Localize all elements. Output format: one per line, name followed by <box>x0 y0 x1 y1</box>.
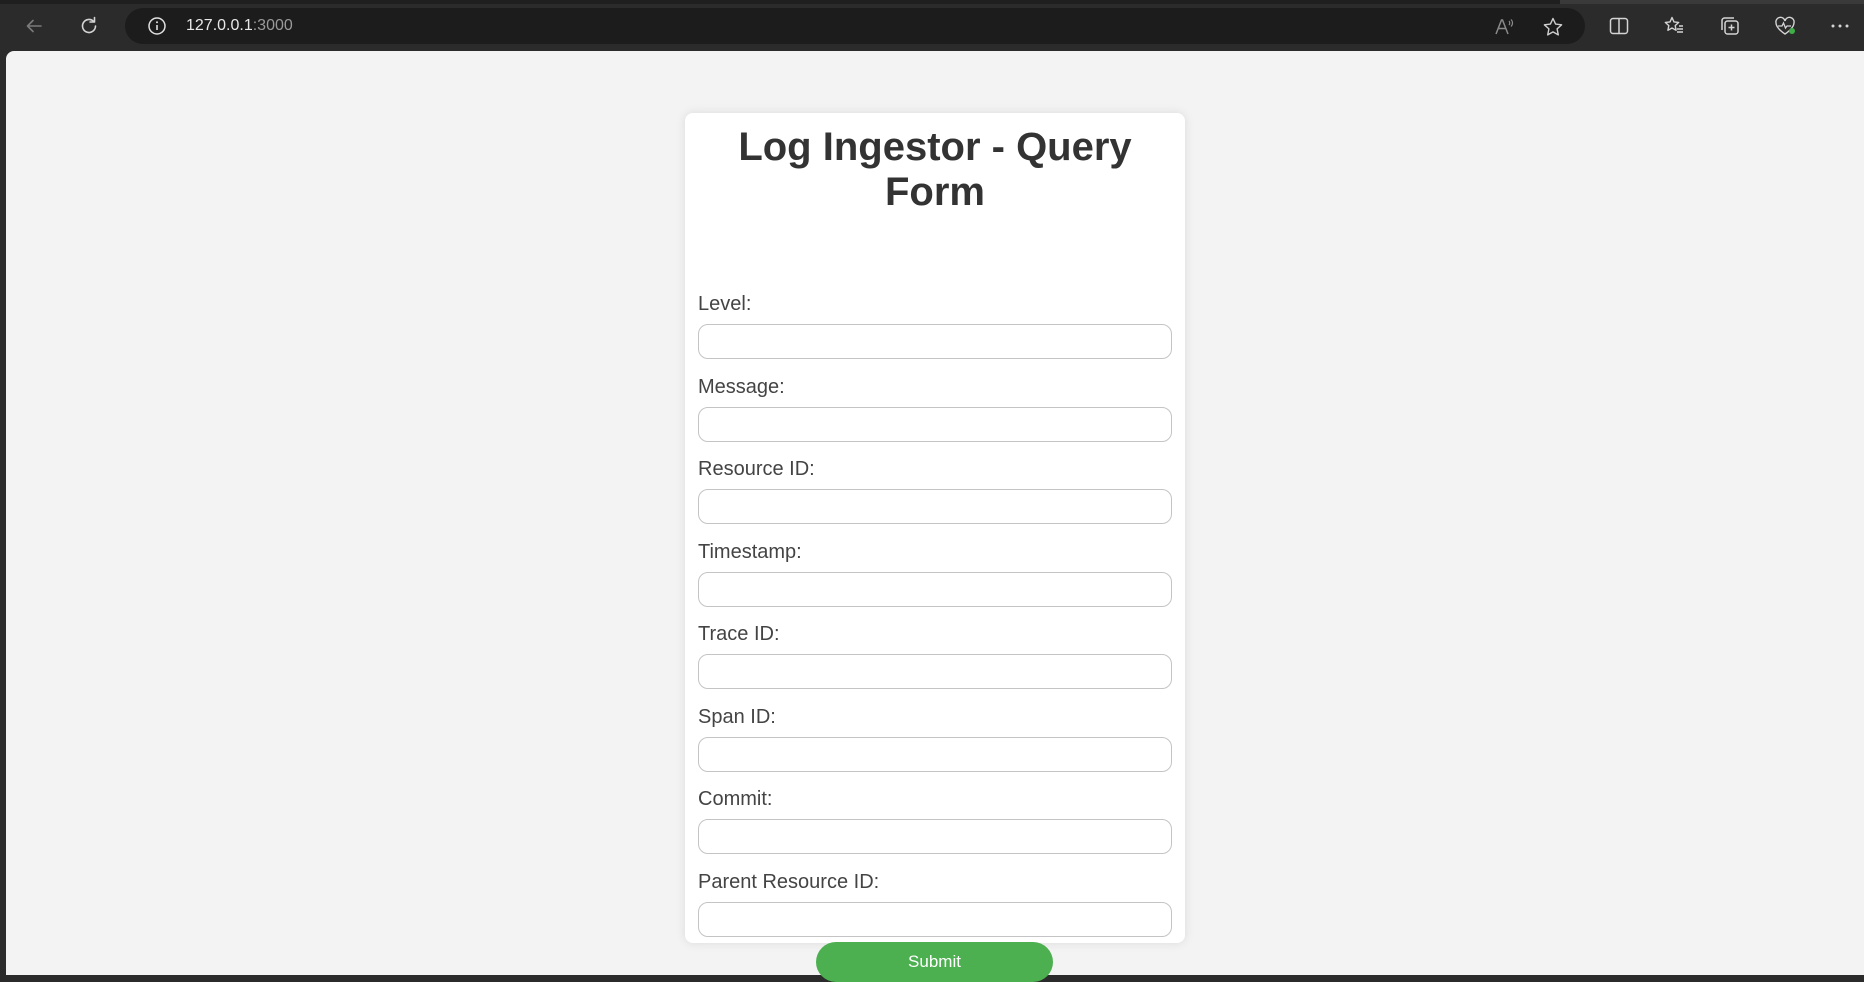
refresh-button[interactable] <box>72 9 106 43</box>
field-resource-id: Resource ID: <box>698 458 1172 524</box>
collections-icon <box>1721 17 1739 35</box>
parent-resource-id-input[interactable] <box>698 902 1172 937</box>
back-icon <box>26 19 42 33</box>
browser-toolbar: 127.0.0.1:3000 <box>0 0 1864 51</box>
split-screen-icon <box>1609 17 1629 35</box>
field-timestamp: Timestamp: <box>698 541 1172 607</box>
url-host: 127.0.0.1 <box>186 17 253 34</box>
read-aloud-icon[interactable] <box>1493 16 1515 38</box>
address-bar[interactable]: 127.0.0.1:3000 <box>125 8 1585 44</box>
field-commit: Commit: <box>698 788 1172 854</box>
field-level: Level: <box>698 293 1172 359</box>
level-label: Level: <box>698 293 752 315</box>
parent-resource-id-label: Parent Resource ID: <box>698 871 880 893</box>
commit-input[interactable] <box>698 819 1172 854</box>
more-icon <box>1831 24 1849 28</box>
field-trace-id: Trace ID: <box>698 623 1172 689</box>
span-id-input[interactable] <box>698 737 1172 772</box>
url-text[interactable]: 127.0.0.1:3000 <box>186 17 293 35</box>
favorites-button[interactable] <box>1657 9 1691 43</box>
favorites-icon <box>1664 16 1683 33</box>
field-span-id: Span ID: <box>698 706 1172 772</box>
page-viewport: Log Ingestor - Query Form Level: Message… <box>6 51 1864 982</box>
message-input[interactable] <box>698 407 1172 442</box>
message-label: Message: <box>698 376 785 398</box>
resource-id-label: Resource ID: <box>698 458 815 480</box>
commit-label: Commit: <box>698 788 773 810</box>
timestamp-input[interactable] <box>698 572 1172 607</box>
submit-button[interactable]: Submit <box>816 942 1053 982</box>
more-button[interactable] <box>1823 9 1857 43</box>
favorite-star-icon[interactable] <box>1542 16 1564 38</box>
field-message: Message: <box>698 376 1172 442</box>
trace-id-label: Trace ID: <box>698 623 780 645</box>
split-screen-button[interactable] <box>1602 9 1636 43</box>
timestamp-label: Timestamp: <box>698 541 802 563</box>
resource-id-input[interactable] <box>698 489 1172 524</box>
back-button[interactable] <box>17 9 51 43</box>
field-parent-resource-id: Parent Resource ID: <box>698 871 1172 937</box>
collections-button[interactable] <box>1713 9 1747 43</box>
site-info-icon[interactable] <box>147 16 167 36</box>
page-title: Log Ingestor - Query Form <box>738 125 1132 214</box>
browser-essentials-icon <box>1775 16 1795 35</box>
tab-strip <box>0 0 1864 4</box>
level-input[interactable] <box>698 324 1172 359</box>
url-port: :3000 <box>252 17 293 34</box>
refresh-icon <box>81 16 97 34</box>
browser-essentials-button[interactable] <box>1768 9 1802 43</box>
trace-id-input[interactable] <box>698 654 1172 689</box>
span-id-label: Span ID: <box>698 706 776 728</box>
query-form-card: Log Ingestor - Query Form Level: Message… <box>685 113 1185 982</box>
